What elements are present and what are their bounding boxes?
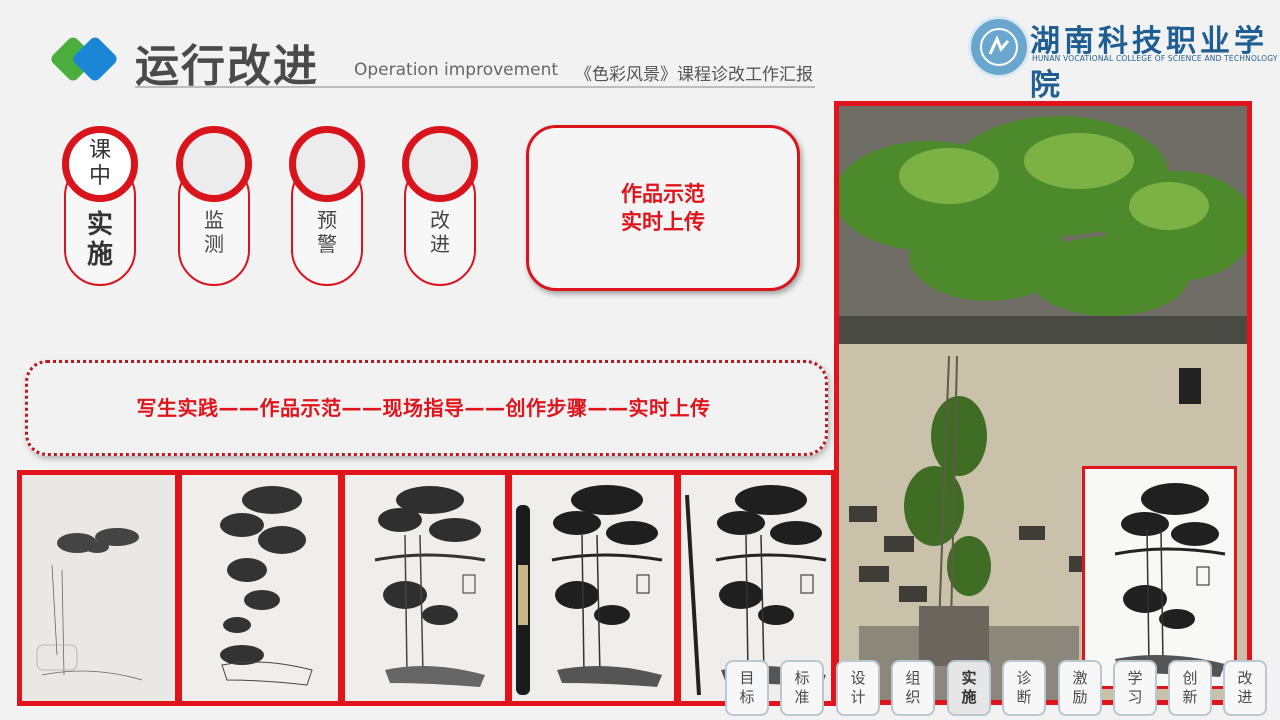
nav-tab-implement[interactable]: 实施 xyxy=(947,660,991,716)
step-label: 预警 xyxy=(317,208,337,256)
nav-tab-organize[interactable]: 组织 xyxy=(891,660,935,716)
step-circle xyxy=(289,126,365,202)
step-circle-text: 课中 xyxy=(88,138,111,189)
sketch-step-4 xyxy=(507,470,679,706)
step-label: 改进 xyxy=(430,208,450,256)
sketch-step-3 xyxy=(340,470,510,706)
final-artwork-inset xyxy=(1082,466,1237,689)
step-label: 实施 xyxy=(86,210,113,270)
demo-line-1: 作品示范 xyxy=(621,182,705,206)
nav-tab-diagnose[interactable]: 诊断 xyxy=(1002,660,1046,716)
process-flow-text: 写生实践——作品示范——现场指导——创作步骤——实时上传 xyxy=(136,396,711,420)
nav-tab-standard[interactable]: 标准 xyxy=(780,660,824,716)
subtitle-en: Operation improvement xyxy=(354,60,559,80)
school-name-en: HUNAN VOCATIONAL COLLEGE OF SCIENCE AND … xyxy=(1032,54,1278,63)
demo-upload-box: 作品示范 实时上传 xyxy=(526,125,800,291)
step-circle xyxy=(176,126,252,202)
school-seal-logo xyxy=(968,16,1030,78)
page-title: 运行改进 xyxy=(135,41,319,92)
step-circle: 课中 xyxy=(62,126,138,202)
step-label: 监测 xyxy=(204,208,224,256)
step-improve: 改进 xyxy=(402,126,478,286)
nav-tab-improve[interactable]: 改进 xyxy=(1223,660,1267,716)
subtitle-cn: 《色彩风景》课程诊改工作汇报 xyxy=(575,65,813,85)
step-in-class-implement: 课中 实施 xyxy=(62,126,138,286)
step-circle xyxy=(402,126,478,202)
demo-line-2: 实时上传 xyxy=(621,210,705,234)
header-divider xyxy=(135,86,815,88)
nav-tab-goal[interactable]: 目标 xyxy=(725,660,769,716)
nav-tab-innovate[interactable]: 创新 xyxy=(1168,660,1212,716)
step-warning: 预警 xyxy=(289,126,365,286)
sketch-step-1 xyxy=(17,470,180,706)
nav-tab-learn[interactable]: 学习 xyxy=(1113,660,1157,716)
sketch-step-2 xyxy=(177,470,343,706)
nav-tab-design[interactable]: 设计 xyxy=(836,660,880,716)
nav-tab-incentive[interactable]: 激励 xyxy=(1058,660,1102,716)
step-monitor: 监测 xyxy=(176,126,252,286)
